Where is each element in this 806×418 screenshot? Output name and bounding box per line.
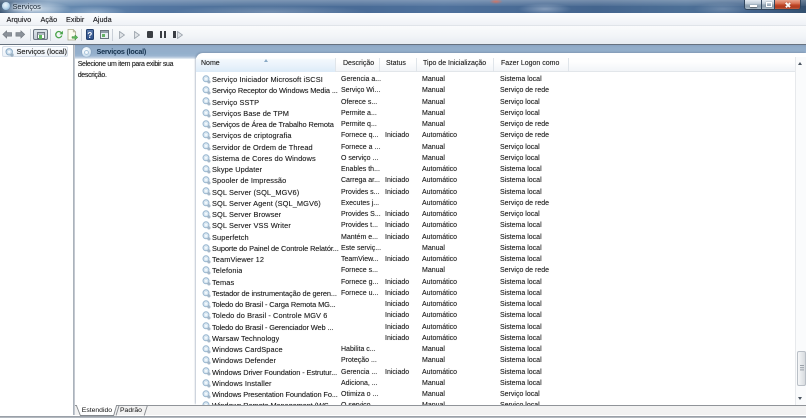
svg-text:Estendido: Estendido [81,407,111,414]
svg-text:Padrão: Padrão [120,407,142,414]
